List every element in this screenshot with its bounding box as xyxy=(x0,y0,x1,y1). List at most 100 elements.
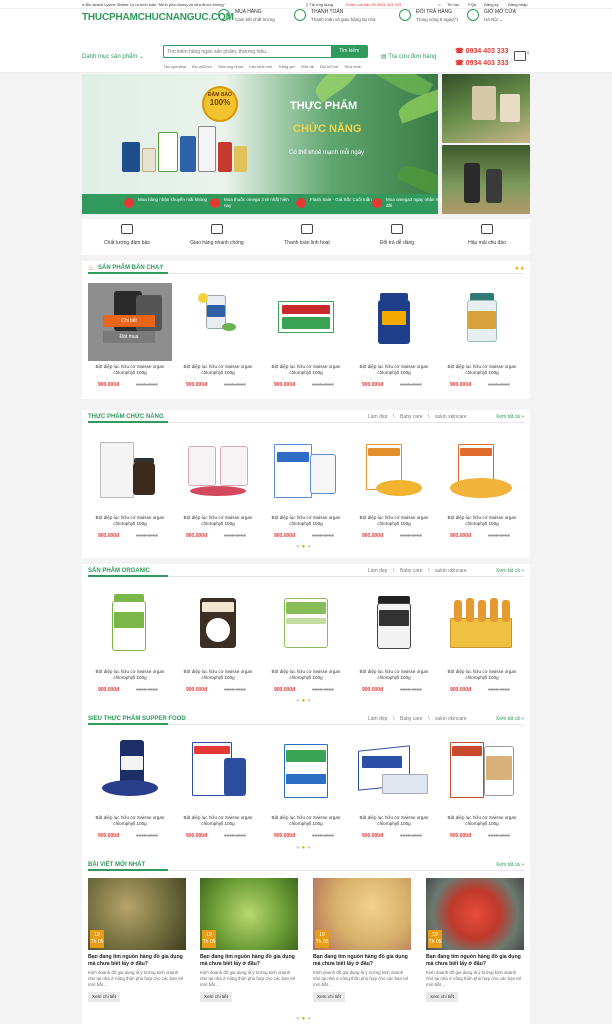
topbar-link-login[interactable]: Đăng nhập xyxy=(508,2,528,7)
post-title[interactable]: Bạn đang tìm nguồn hàng đồ gia dụng mà c… xyxy=(426,954,524,968)
cart-icon xyxy=(218,9,230,21)
side-banner-bottom[interactable] xyxy=(442,145,530,214)
product-image[interactable] xyxy=(88,734,172,812)
product-name[interactable]: Bột diệp lục hữu cơ Swisse organ chlorop… xyxy=(90,515,170,527)
product-image[interactable] xyxy=(352,588,436,666)
category-menu-button[interactable]: Danh mục sản phẩm ⌄ xyxy=(82,53,144,60)
topbar-link-faq[interactable]: FQA xyxy=(468,2,476,7)
carousel-pagination[interactable]: ●●● xyxy=(296,544,313,550)
tag-link[interactable]: Sữa dê xyxy=(301,64,314,69)
product-image[interactable] xyxy=(440,588,524,666)
hotline-1[interactable]: ☎ 0934 403 333 xyxy=(455,47,509,55)
read-more-button[interactable]: Xem chi tiết xyxy=(200,992,232,1002)
product-image[interactable] xyxy=(264,434,348,512)
product-image[interactable] xyxy=(440,734,524,812)
tag-link[interactable]: Sữa ong chúa xyxy=(218,64,243,69)
product-name[interactable]: Bột diệp lục hữu cơ Swisse organ chlorop… xyxy=(178,515,258,527)
post-title[interactable]: Bạn đang tìm nguồn hàng đồ gia dụng mà c… xyxy=(313,954,411,968)
tag-link[interactable]: Làn khỏi mùi xyxy=(249,64,272,69)
product-name[interactable]: Bột diệp lục hữu cơ Swisse organ chlorop… xyxy=(354,364,434,376)
product-name[interactable]: Bột diệp lục hữu cơ Swisse organ chlorop… xyxy=(442,364,522,376)
product-image[interactable] xyxy=(264,588,348,666)
tag-link[interactable]: Bồi bổ hơi xyxy=(320,64,338,69)
category-link[interactable]: Làm đẹp xyxy=(368,568,387,574)
promo-item[interactable]: Flash Sale - Giá Sốc Cuối tuần xyxy=(296,197,382,212)
category-link[interactable]: sukin skincare xyxy=(435,716,467,722)
view-all-link[interactable]: Xem tất cả » xyxy=(496,716,524,722)
product-image[interactable] xyxy=(176,434,260,512)
home-icon[interactable]: ⌂ xyxy=(438,2,440,7)
product-name[interactable]: Bột diệp lục hữu cơ Swisse organ chlorop… xyxy=(442,515,522,527)
product-image[interactable] xyxy=(176,283,260,361)
tag-link[interactable]: Tảo spirulina xyxy=(163,64,186,69)
product-name[interactable]: Bột diệp lục hữu cơ Swisse organ chlorop… xyxy=(178,364,258,376)
view-all-link[interactable]: Xem tất cả » xyxy=(496,414,524,420)
detail-button[interactable]: Chi tiết xyxy=(103,315,155,327)
product-image[interactable] xyxy=(88,588,172,666)
carousel-pagination[interactable]: ●●● xyxy=(296,698,313,704)
product-name[interactable]: Bột diệp lục hữu cơ Swisse organ chlorop… xyxy=(266,669,346,681)
category-link[interactable]: sukin skincare xyxy=(435,568,467,574)
product-old-price: 1000.000đ xyxy=(136,687,158,692)
product-image[interactable] xyxy=(352,283,436,361)
product-name[interactable]: Bột diệp lục hữu cơ Swisse organ chlorop… xyxy=(90,669,170,681)
product-image[interactable] xyxy=(264,734,348,812)
app-download-link[interactable]: ▯ Tải ứng dụng xyxy=(306,2,333,7)
product-image[interactable] xyxy=(264,283,348,361)
tag-link[interactable]: Bio oilZhim xyxy=(192,64,212,69)
product-image[interactable] xyxy=(352,734,436,812)
product-name[interactable]: Bột diệp lục hữu cơ Swisse organ chlorop… xyxy=(354,515,434,527)
promo-item[interactable]: Mua hàng nhận khuyến mãi khủng xyxy=(124,197,210,212)
product-name[interactable]: Bột diệp lục hữu cơ Swisse organ chlorop… xyxy=(354,669,434,681)
topbar-link-news[interactable]: Tin tức xyxy=(447,2,459,7)
product-name[interactable]: Bột diệp lục hữu cơ Swisse organ chlorop… xyxy=(178,669,258,681)
product-name[interactable]: Bột diệp lục hữu cơ Swisse organ chlorop… xyxy=(266,364,346,376)
carousel-pagination[interactable]: ●●● xyxy=(296,845,313,851)
product-name[interactable]: Bột diệp lục hữu cơ Swisse organ chlorop… xyxy=(90,364,170,376)
cart-icon[interactable] xyxy=(514,51,526,61)
hotline-2[interactable]: ☎ 0934 403 333 xyxy=(455,59,509,67)
promo-item[interactable]: Mua thuốc omega 3 rẻ nhất hiện nay xyxy=(210,197,296,212)
carousel-pagination[interactable]: ●●● xyxy=(296,1016,313,1022)
product-image[interactable] xyxy=(88,434,172,512)
product-image[interactable] xyxy=(440,283,524,361)
category-link[interactable]: Baby care xyxy=(400,716,423,722)
search-button[interactable]: Tìm kiếm xyxy=(331,46,367,57)
order-button[interactable]: Đặt mua xyxy=(103,331,155,343)
carousel-dots[interactable]: ● ● xyxy=(515,266,524,272)
product-name[interactable]: Bột diệp lục hữu cơ Swisse organ chlorop… xyxy=(354,815,434,827)
category-link[interactable]: sukin skincare xyxy=(435,414,467,420)
promo-ticker[interactable]: ● Bio Island Lysine Starter Lý ra bình l… xyxy=(82,2,226,7)
post-title[interactable]: Bạn đang tìm nguồn hàng đồ gia dụng mà c… xyxy=(200,954,298,968)
product-name[interactable]: Bột diệp lục hữu cơ Swisse organ chlorop… xyxy=(90,815,170,827)
product-image[interactable] xyxy=(352,434,436,512)
product-old-price: 1000.000đ xyxy=(312,533,334,538)
category-link[interactable]: Baby care xyxy=(400,568,423,574)
read-more-button[interactable]: Xem chi tiết xyxy=(426,992,458,1002)
complaint-link[interactable]: Khiếu nại bảo lỗi 0934 403 333 xyxy=(346,2,401,7)
product-name[interactable]: Bột diệp lục hữu cơ Swisse organ chlorop… xyxy=(442,669,522,681)
tag-link[interactable]: Sữa chất xyxy=(344,64,360,69)
product-image[interactable] xyxy=(176,588,260,666)
product-image[interactable]: Chi tiết Đặt mua xyxy=(88,283,172,361)
tag-link[interactable]: Trắng gel xyxy=(278,64,295,69)
product-name[interactable]: Bột diệp lục hữu cơ Swisse organ chlorop… xyxy=(178,815,258,827)
product-name[interactable]: Bột diệp lục hữu cơ Swisse organ chlorop… xyxy=(442,815,522,827)
order-tracking-link[interactable]: ▤ Tra cứu đơn hàng xyxy=(381,53,436,60)
category-link[interactable]: Baby care xyxy=(400,414,423,420)
post-title[interactable]: Bạn đang tìm nguồn hàng đồ gia dụng mà c… xyxy=(88,954,186,968)
read-more-button[interactable]: Xem chi tiết xyxy=(313,992,345,1002)
side-banner-top[interactable] xyxy=(442,74,530,143)
view-all-link[interactable]: Xem tất cả » xyxy=(496,862,524,868)
view-all-link[interactable]: Xem tất cả » xyxy=(496,568,524,574)
product-image[interactable] xyxy=(440,434,524,512)
search-input[interactable] xyxy=(167,47,327,57)
topbar-link-register[interactable]: Đăng ký xyxy=(484,2,499,7)
category-link[interactable]: Làm đẹp xyxy=(368,414,387,420)
product-name[interactable]: Bột diệp lục hữu cơ Swisse organ chlorop… xyxy=(266,515,346,527)
product-image[interactable] xyxy=(176,734,260,812)
category-link[interactable]: Làm đẹp xyxy=(368,716,387,722)
read-more-button[interactable]: Xem chi tiết xyxy=(88,992,120,1002)
site-logo[interactable]: THUCPHAMCHUCNANGUC.COM xyxy=(82,12,234,23)
product-name[interactable]: Bột diệp lục hữu cơ Swisse organ chlorop… xyxy=(266,815,346,827)
